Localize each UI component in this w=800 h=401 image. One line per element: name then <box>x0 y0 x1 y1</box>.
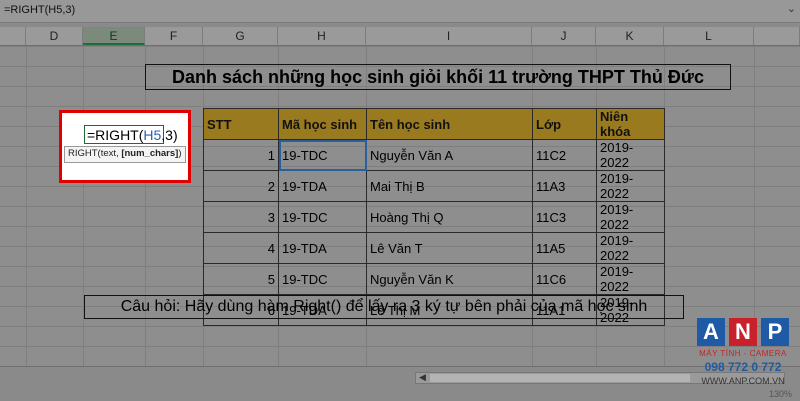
cell-ten-hoc-sinh[interactable]: Nguyễn Văn A <box>366 139 533 171</box>
col-header-d[interactable]: D <box>26 27 83 45</box>
cell-ma-hoc-sinh[interactable]: 19-TDA <box>278 232 367 264</box>
tooltip-close: ) <box>178 148 182 159</box>
cell-lop[interactable]: 11C6 <box>532 263 597 295</box>
sheet-tab-bar: ◀ <box>0 366 800 390</box>
col-header-l[interactable]: L <box>664 27 754 45</box>
col-header-i[interactable]: I <box>366 27 532 45</box>
table-row: 3 19-TDC Hoàng Thị Q 11C3 2019-2022 <box>203 201 665 233</box>
table-row: 1 19-TDC Nguyễn Văn A 11C2 2019-2022 <box>203 139 665 171</box>
student-table: STT Mã học sinh Tên học sinh Lớp Niên kh… <box>203 108 665 326</box>
logo-phone: 098 772 0 772 <box>704 360 782 374</box>
cell-ma-hoc-sinh-selected[interactable]: 19-TDC <box>278 139 367 171</box>
function-tooltip[interactable]: RIGHT(text, [num_chars]) <box>64 146 186 163</box>
column-header-row: D E F G H I J K L <box>0 27 800 46</box>
cell-ten-hoc-sinh[interactable]: Hoàng Thị Q <box>366 201 533 233</box>
logo-website: WWW.ANP.COM.VN <box>701 376 785 386</box>
col-header-j[interactable]: J <box>532 27 596 45</box>
cell-stt[interactable]: 2 <box>203 170 279 202</box>
table-row: 4 19-TDA Lê Văn T 11A5 2019-2022 <box>203 232 665 264</box>
anp-logo: A N P MÁY TÍNH - CAMERA 098 772 0 772 WW… <box>693 318 793 393</box>
header-lop[interactable]: Lớp <box>532 108 597 140</box>
formula-bar[interactable]: =RIGHT(H5,3) ⌄ <box>0 0 800 23</box>
header-nien-khoa[interactable]: Niên khóa <box>596 108 665 140</box>
logo-letter-p: P <box>761 318 789 346</box>
cell-lop[interactable]: 11A3 <box>532 170 597 202</box>
formula-prefix: =RIGHT( <box>87 127 144 143</box>
col-header-k[interactable]: K <box>596 27 664 45</box>
cell-stt[interactable]: 3 <box>203 201 279 233</box>
table-row: 2 19-TDA Mai Thị B 11A3 2019-2022 <box>203 170 665 202</box>
cell-ten-hoc-sinh[interactable]: Mai Thị B <box>366 170 533 202</box>
sheet-title[interactable]: Danh sách những học sinh giỏi khối 11 tr… <box>145 64 731 90</box>
formula-suffix: ,3) <box>161 127 178 143</box>
table-header-row: STT Mã học sinh Tên học sinh Lớp Niên kh… <box>203 108 665 140</box>
cell-lop[interactable]: 11C2 <box>532 139 597 171</box>
tooltip-arg: [num_chars] <box>121 148 179 159</box>
logo-letter-a: A <box>697 318 725 346</box>
chevron-down-icon[interactable]: ⌄ <box>787 2 796 15</box>
col-header-e[interactable]: E <box>83 27 145 45</box>
cell-stt[interactable]: 5 <box>203 263 279 295</box>
col-header-h[interactable]: H <box>278 27 366 45</box>
table-row: 5 19-TDC Nguyễn Văn K 11C6 2019-2022 <box>203 263 665 295</box>
corner-select-all[interactable] <box>0 27 26 45</box>
cell-ten-hoc-sinh[interactable]: Nguyễn Văn K <box>366 263 533 295</box>
logo-tagline: MÁY TÍNH - CAMERA <box>699 349 787 358</box>
cell-nien-khoa[interactable]: 2019-2022 <box>596 170 665 202</box>
cell-lop[interactable]: 11A5 <box>532 232 597 264</box>
active-cell-editor[interactable]: =RIGHT(H5,3) <box>84 125 178 144</box>
cell-lop[interactable]: 11C3 <box>532 201 597 233</box>
formula-text[interactable]: =RIGHT(H5,3) <box>4 4 75 16</box>
logo-letter-n: N <box>729 318 757 346</box>
col-header-m[interactable] <box>754 27 800 45</box>
formula-input[interactable]: =RIGHT(H5,3) <box>87 127 178 143</box>
formula-cell-ref: H5 <box>143 127 162 143</box>
col-header-g[interactable]: G <box>203 27 278 45</box>
cell-ma-hoc-sinh[interactable]: 19-TDC <box>278 263 367 295</box>
scroll-left-icon[interactable]: ◀ <box>419 372 426 383</box>
cell-nien-khoa[interactable]: 2019-2022 <box>596 263 665 295</box>
cell-nien-khoa[interactable]: 2019-2022 <box>596 139 665 171</box>
cell-stt[interactable]: 1 <box>203 139 279 171</box>
header-stt[interactable]: STT <box>203 108 279 140</box>
cell-ten-hoc-sinh[interactable]: Lê Văn T <box>366 232 533 264</box>
gridline <box>26 46 27 366</box>
logo-letters: A N P <box>693 318 793 348</box>
cell-ma-hoc-sinh[interactable]: 19-TDC <box>278 201 367 233</box>
cell-nien-khoa[interactable]: 2019-2022 <box>596 201 665 233</box>
header-ma-hoc-sinh[interactable]: Mã học sinh <box>278 108 367 140</box>
tooltip-fn: RIGHT(text, <box>68 148 122 159</box>
header-ten-hoc-sinh[interactable]: Tên học sinh <box>366 108 533 140</box>
cell-ma-hoc-sinh[interactable]: 19-TDA <box>278 170 367 202</box>
question-text[interactable]: Câu hỏi: Hãy dùng hàm Right() để lấy ra … <box>84 295 684 319</box>
cell-nien-khoa[interactable]: 2019-2022 <box>596 232 665 264</box>
col-header-f[interactable]: F <box>145 27 203 45</box>
scroll-thumb[interactable] <box>430 374 690 382</box>
status-bar: 130% <box>0 389 800 401</box>
cell-stt[interactable]: 4 <box>203 232 279 264</box>
